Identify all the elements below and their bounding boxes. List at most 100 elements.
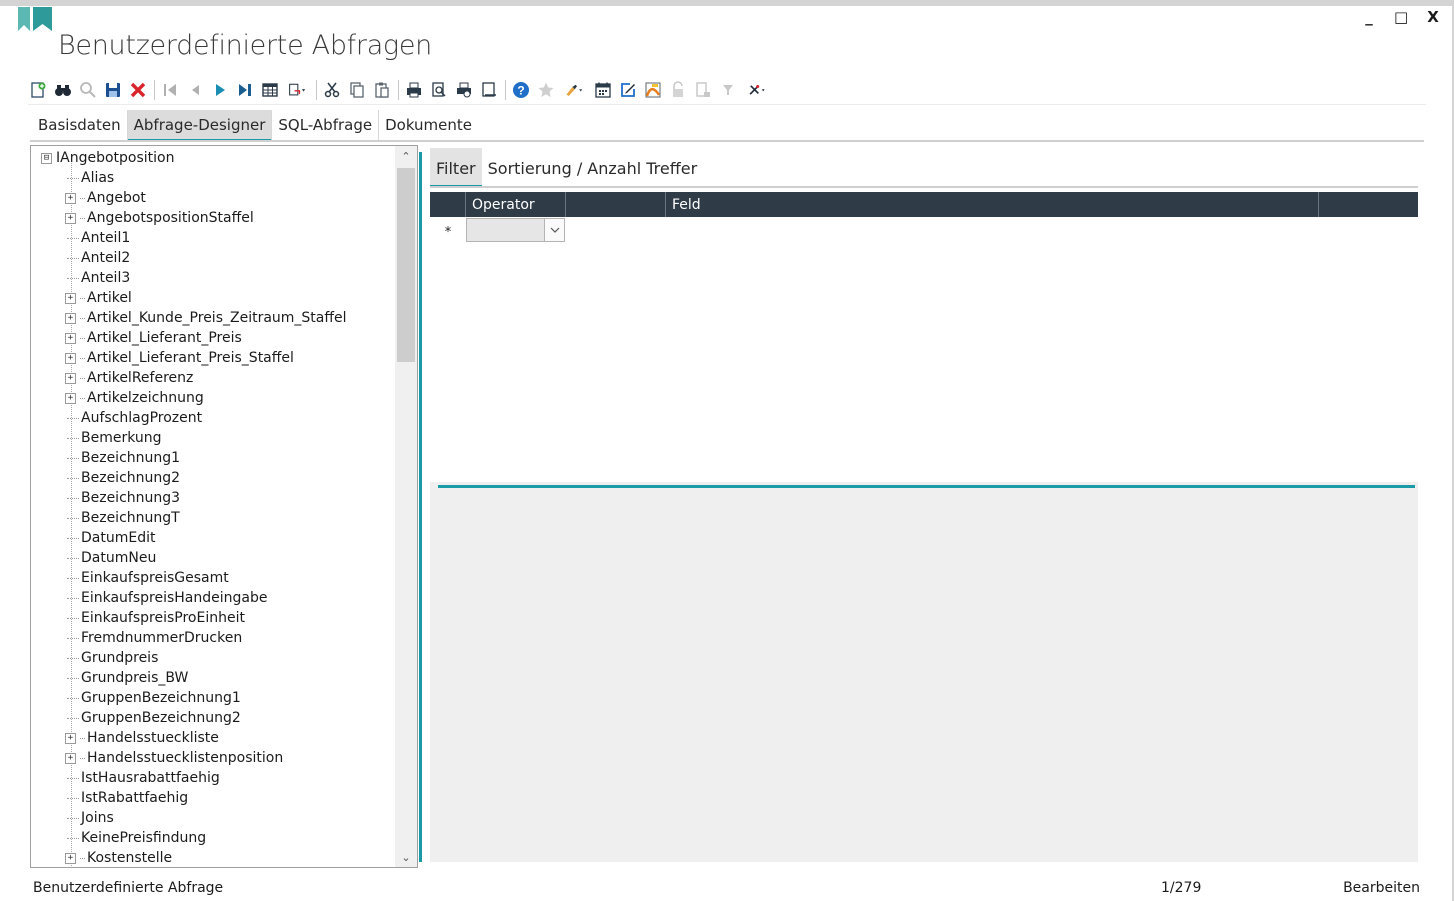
expand-icon[interactable]: +	[65, 192, 76, 204]
expand-icon[interactable]: +	[65, 332, 76, 344]
tree-connector	[67, 537, 79, 539]
cut-icon[interactable]	[322, 79, 341, 101]
collapse-icon[interactable]: ⊟	[41, 152, 52, 164]
expand-icon[interactable]: +	[65, 852, 76, 864]
tree-node[interactable]: DatumEdit	[65, 528, 155, 548]
tab-filter[interactable]: Filter	[430, 148, 482, 188]
tree-node[interactable]: + AngebotspositionStaffel	[65, 208, 254, 228]
first-record-icon[interactable]	[160, 79, 179, 101]
expand-icon[interactable]: +	[65, 212, 76, 224]
grid-header-feld[interactable]: Feld	[666, 192, 1319, 217]
tree-node[interactable]: Alias	[65, 168, 114, 188]
expand-icon[interactable]: +	[65, 292, 76, 304]
tree-node[interactable]: Anteil2	[65, 248, 130, 268]
tree-node[interactable]: + Handelsstueckliste	[65, 728, 219, 748]
tree-node[interactable]: + Artikel_Lieferant_Preis	[65, 328, 242, 348]
grid-new-row[interactable]: *	[430, 217, 1418, 243]
expand-icon[interactable]: +	[65, 752, 76, 764]
vertical-splitter[interactable]	[419, 152, 422, 862]
tree-node[interactable]: GruppenBezeichnung1	[65, 688, 241, 708]
magnifier-icon[interactable]	[78, 79, 97, 101]
delete-icon[interactable]	[128, 79, 147, 101]
grid-header-operator[interactable]: Operator	[466, 192, 566, 217]
paste-icon[interactable]	[372, 79, 391, 101]
export-dropdown-icon[interactable]	[285, 79, 309, 101]
tree-node[interactable]: + Artikel_Lieferant_Preis_Staffel	[65, 348, 294, 368]
tree-node[interactable]: Bezeichnung2	[65, 468, 180, 488]
maximize-button[interactable]: □	[1394, 8, 1408, 26]
tree-node[interactable]: IstHausrabattfaehig	[65, 768, 220, 788]
print-preview-icon[interactable]	[429, 79, 448, 101]
tree-node[interactable]: Joins	[65, 808, 114, 828]
tools-dropdown-icon[interactable]	[743, 79, 771, 101]
tree-node[interactable]: + Artikel_Kunde_Preis_Zeitraum_Staffel	[65, 308, 347, 328]
favorite-icon[interactable]	[536, 79, 555, 101]
tree-node[interactable]: FremdnummerDrucken	[65, 628, 242, 648]
tree-node[interactable]: Grundpreis_BW	[65, 668, 188, 688]
tree-node[interactable]: EinkaufspreisProEinheit	[65, 608, 245, 628]
tab-sql-abfrage[interactable]: SQL-Abfrage	[272, 110, 380, 142]
tree-node[interactable]: BezeichnungT	[65, 508, 180, 528]
print-icon[interactable]	[404, 79, 423, 101]
document-lock-icon[interactable]	[693, 79, 712, 101]
tree-node[interactable]: Bemerkung	[65, 428, 162, 448]
tree-node[interactable]: KeinePreisfindung	[65, 828, 206, 848]
tree-node[interactable]: Anteil3	[65, 268, 130, 288]
new-record-icon[interactable]	[28, 79, 47, 101]
tree-node[interactable]: + Artikel	[65, 288, 132, 308]
copy-icon[interactable]	[347, 79, 366, 101]
image-icon[interactable]	[643, 79, 662, 101]
tree-node[interactable]: EinkaufspreisGesamt	[65, 568, 229, 588]
minimize-button[interactable]: _	[1362, 8, 1376, 26]
tab-abfrage-designer[interactable]: Abfrage-Designer	[127, 110, 273, 142]
horizontal-splitter[interactable]	[438, 485, 1415, 488]
table-view-icon[interactable]	[260, 79, 279, 101]
help-icon[interactable]: ?	[511, 79, 530, 101]
previous-record-icon[interactable]	[185, 79, 204, 101]
calendar-icon[interactable]	[593, 79, 612, 101]
close-button[interactable]: X	[1426, 8, 1440, 26]
tree-node[interactable]: Bezeichnung1	[65, 448, 180, 468]
lock-icon[interactable]	[668, 79, 687, 101]
tree-node[interactable]: EinkaufspreisHandeingabe	[65, 588, 267, 608]
tree-node[interactable]: DatumNeu	[65, 548, 156, 568]
chevron-down-icon[interactable]	[544, 219, 564, 241]
scroll-down-arrow[interactable]: ⌄	[395, 847, 417, 867]
tree-node[interactable]: + Angebot	[65, 188, 146, 208]
print-setup-icon[interactable]	[454, 79, 473, 101]
next-record-icon[interactable]	[210, 79, 229, 101]
scroll-thumb[interactable]	[397, 168, 415, 362]
field-tree[interactable]: ⊟ IAngebotposition Alias + Angebot + Angebot…	[30, 145, 418, 868]
tree-node[interactable]: AufschlagProzent	[65, 408, 202, 428]
scroll-up-arrow[interactable]: ⌃	[395, 146, 417, 166]
tree-node[interactable]: IstRabattfaehig	[65, 788, 188, 808]
tree-node[interactable]: Bezeichnung3	[65, 488, 180, 508]
expand-icon[interactable]: +	[65, 732, 76, 744]
filter-icon[interactable]	[718, 79, 737, 101]
expand-icon[interactable]: +	[65, 392, 76, 404]
tab-sortierung[interactable]: Sortierung / Anzahl Treffer	[482, 148, 704, 188]
tree-node[interactable]: GruppenBezeichnung2	[65, 708, 241, 728]
last-record-icon[interactable]	[235, 79, 254, 101]
page-preview-icon[interactable]	[479, 79, 498, 101]
tree-root[interactable]: ⊟ IAngebotposition	[41, 148, 174, 168]
tree-node[interactable]: + ArtikelReferenz	[65, 368, 193, 388]
tree-node[interactable]: + Kostenstelle	[65, 848, 172, 867]
tree-scrollbar[interactable]: ⌃ ⌄	[395, 146, 417, 867]
tree-node[interactable]: Anteil1	[65, 228, 130, 248]
edit-document-icon[interactable]	[618, 79, 637, 101]
grid-header-blank[interactable]	[566, 192, 666, 217]
grid-header-extra[interactable]	[1319, 192, 1418, 217]
tree-node[interactable]: Grundpreis	[65, 648, 158, 668]
save-icon[interactable]	[103, 79, 122, 101]
tab-dokumente[interactable]: Dokumente	[379, 110, 478, 142]
expand-icon[interactable]: +	[65, 312, 76, 324]
tree-node[interactable]: + Artikelzeichnung	[65, 388, 204, 408]
expand-icon[interactable]: +	[65, 352, 76, 364]
tab-basisdaten[interactable]: Basisdaten	[32, 110, 128, 142]
tree-node[interactable]: + Handelsstuecklistenposition	[65, 748, 283, 768]
binoculars-icon[interactable]	[53, 79, 72, 101]
expand-icon[interactable]: +	[65, 372, 76, 384]
edit-dropdown-icon[interactable]	[561, 79, 587, 101]
operator-select[interactable]	[466, 218, 565, 242]
